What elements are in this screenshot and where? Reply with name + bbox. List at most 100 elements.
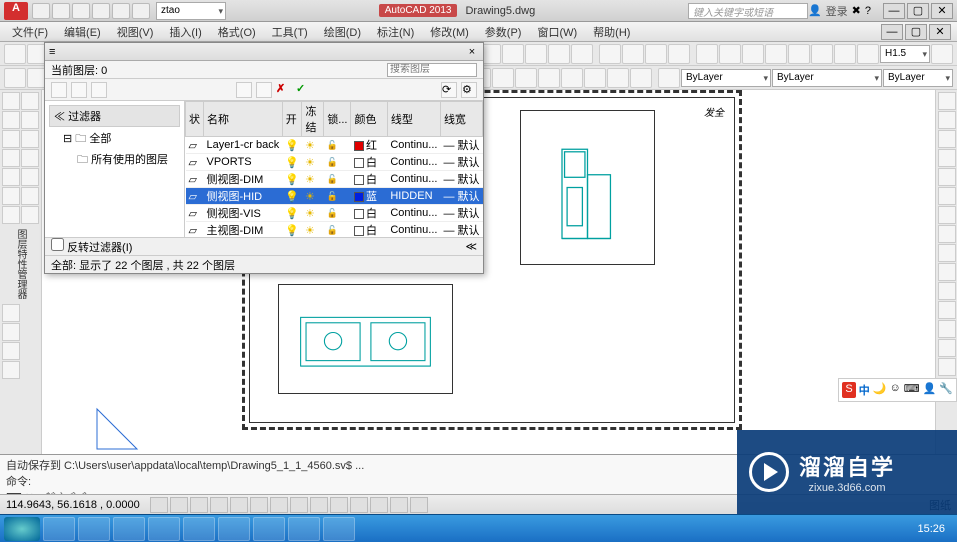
layer-states-icon[interactable]: [91, 82, 107, 98]
ortho-toggle[interactable]: [190, 497, 208, 513]
taskbar-autocad-icon[interactable]: [78, 517, 110, 541]
ime-person-icon[interactable]: 👤: [923, 382, 937, 398]
tr-toggle[interactable]: [390, 497, 408, 513]
text-tool-icon[interactable]: [21, 187, 39, 205]
layer-linetype[interactable]: Continu...: [387, 205, 440, 222]
layer-name[interactable]: 侧视图-HID: [204, 188, 283, 205]
taskbar-excel-icon[interactable]: [323, 517, 355, 541]
taskbar-app-icon[interactable]: [253, 517, 285, 541]
menu-help[interactable]: 帮助(H): [587, 22, 636, 42]
modify-icon[interactable]: [938, 92, 956, 110]
layer-name[interactable]: Layer1-cr back: [204, 137, 283, 154]
color-swatch[interactable]: [354, 158, 364, 168]
qat-undo-icon[interactable]: [92, 3, 110, 19]
bulb-icon[interactable]: 💡: [285, 225, 299, 237]
layer-linetype[interactable]: Continu...: [387, 171, 440, 188]
menu-view[interactable]: 视图(V): [111, 22, 160, 42]
lock-icon[interactable]: 🔓: [327, 174, 338, 184]
tool-icon[interactable]: [2, 361, 20, 379]
modify-tool-icon[interactable]: [538, 68, 560, 88]
lock-icon[interactable]: 🔓: [327, 191, 338, 201]
invert-filter-checkbox[interactable]: 反转过滤器(I): [51, 238, 132, 255]
tool-icon[interactable]: [4, 68, 26, 88]
modify-icon[interactable]: [938, 225, 956, 243]
menu-modify[interactable]: 修改(M): [424, 22, 475, 42]
qat-save-icon[interactable]: [72, 3, 90, 19]
modify-icon[interactable]: [938, 263, 956, 281]
color-swatch[interactable]: [354, 192, 364, 202]
polar-toggle[interactable]: [210, 497, 228, 513]
sun-icon[interactable]: ☀: [305, 225, 315, 237]
modify-icon[interactable]: [938, 168, 956, 186]
modify-tool-icon[interactable]: [492, 68, 514, 88]
dim-tool-icon[interactable]: [765, 44, 787, 64]
dim-tool-icon[interactable]: [742, 44, 764, 64]
polygon-tool-icon[interactable]: [21, 111, 39, 129]
lock-icon[interactable]: 🔓: [327, 225, 338, 235]
layer-name[interactable]: 侧视图-VIS: [204, 205, 283, 222]
panel-close-icon[interactable]: ×: [465, 46, 479, 58]
modify-icon[interactable]: [938, 149, 956, 167]
dim-tool-icon[interactable]: [931, 44, 953, 64]
am-toggle[interactable]: [370, 497, 388, 513]
ime-smile-icon[interactable]: ☺: [889, 382, 900, 398]
dim-tool-icon[interactable]: [525, 44, 547, 64]
viewport-2[interactable]: [278, 284, 453, 394]
lock-icon[interactable]: 🔓: [327, 157, 338, 167]
layer-lineweight[interactable]: — 默认: [440, 188, 482, 205]
xline-tool-icon[interactable]: [21, 92, 39, 110]
refresh-icon[interactable]: ⟳: [441, 82, 457, 98]
modify-icon[interactable]: [938, 301, 956, 319]
tool-icon[interactable]: [2, 304, 20, 322]
dim-tool-icon[interactable]: [696, 44, 718, 64]
tree-node-used[interactable]: 🗀 所有使用的图层: [49, 150, 180, 171]
menu-tools[interactable]: 工具(T): [266, 22, 314, 42]
layer-name[interactable]: 侧视图-DIM: [204, 171, 283, 188]
tool-icon[interactable]: [2, 323, 20, 341]
menu-edit[interactable]: 编辑(E): [58, 22, 107, 42]
new-layer-icon[interactable]: [236, 82, 252, 98]
ime-wrench-icon[interactable]: 🔧: [939, 382, 953, 398]
dim-tool-icon[interactable]: [502, 44, 524, 64]
tree-node-all[interactable]: ⊟ 🗀 全部: [49, 129, 180, 150]
taskbar-app-icon[interactable]: [183, 517, 215, 541]
layer-lineweight[interactable]: — 默认: [440, 171, 482, 188]
col-lineweight[interactable]: 线宽: [440, 102, 482, 137]
table-tool-icon[interactable]: [21, 206, 39, 224]
modify-icon[interactable]: [938, 244, 956, 262]
modify-icon[interactable]: [938, 130, 956, 148]
sun-icon[interactable]: ☀: [305, 174, 315, 186]
ime-logo-icon[interactable]: S: [842, 382, 855, 398]
layer-linetype[interactable]: Continu...: [387, 154, 440, 171]
sun-icon[interactable]: ☀: [305, 191, 315, 203]
dim-tool-icon[interactable]: [599, 44, 621, 64]
modify-icon[interactable]: [938, 358, 956, 376]
rect-tool-icon[interactable]: [2, 130, 20, 148]
ime-toolbar[interactable]: S 中 🌙 ☺ ⌨ 👤 🔧: [838, 378, 957, 402]
modify-icon[interactable]: [938, 206, 956, 224]
color-swatch[interactable]: [354, 175, 364, 185]
layer-lineweight[interactable]: — 默认: [440, 205, 482, 222]
modify-icon[interactable]: [938, 282, 956, 300]
col-status[interactable]: 状: [186, 102, 204, 137]
layer-linetype[interactable]: HIDDEN: [387, 188, 440, 205]
dim-tool-icon[interactable]: [719, 44, 741, 64]
qat-open-icon[interactable]: [52, 3, 70, 19]
bulb-icon[interactable]: 💡: [285, 140, 299, 152]
doc-close-button[interactable]: ✕: [929, 24, 951, 40]
taskbar-app-icon[interactable]: [218, 517, 250, 541]
tool-icon[interactable]: [4, 44, 26, 64]
color-combo[interactable]: ByLayer: [681, 69, 771, 87]
ellipse-tool-icon[interactable]: [2, 168, 20, 186]
dim-tool-icon[interactable]: [668, 44, 690, 64]
panel-header[interactable]: ≡ ×: [45, 43, 483, 61]
modify-tool-icon[interactable]: [561, 68, 583, 88]
layer-row[interactable]: ▱侧视图-DIM💡☀🔓白Continu...— 默认: [186, 171, 483, 188]
color-swatch[interactable]: [354, 141, 364, 151]
color-swatch[interactable]: [354, 209, 364, 219]
qat-print-icon[interactable]: [132, 3, 150, 19]
layer-lineweight[interactable]: — 默认: [440, 222, 482, 238]
qs-toggle[interactable]: [410, 497, 428, 513]
layer-row[interactable]: ▱VPORTS💡☀🔓白Continu...— 默认: [186, 154, 483, 171]
dyn-toggle[interactable]: [290, 497, 308, 513]
